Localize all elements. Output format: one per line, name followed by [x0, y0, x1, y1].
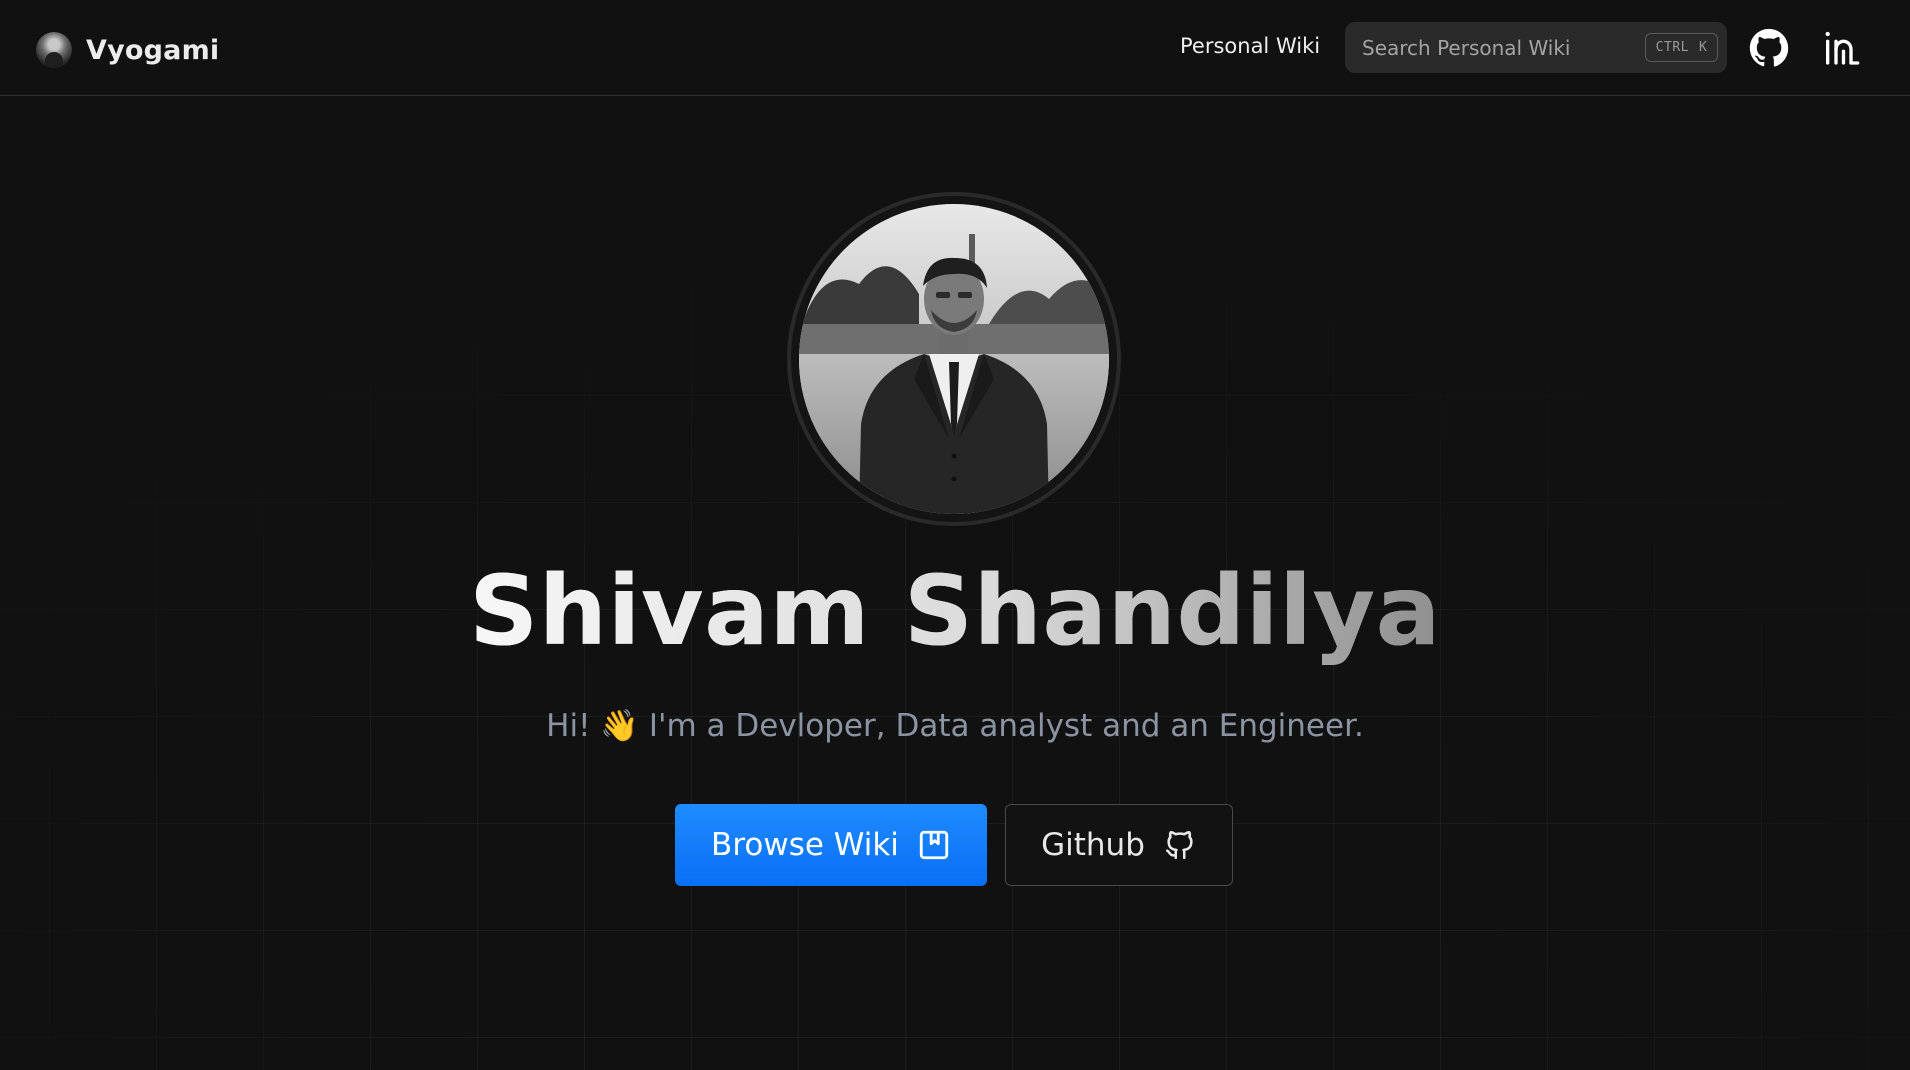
keyboard-shortcut-badge: CTRL K [1645, 33, 1718, 62]
hero-subtitle: Hi! 👋 I'm a Devloper, Data analyst and a… [546, 708, 1364, 744]
page: Vyogami Personal Wiki CTRL K [0, 0, 1910, 1070]
hero-name-text: Shivam Shandilya [469, 555, 1441, 667]
github-nav-button[interactable] [1747, 26, 1791, 70]
top-navbar: Vyogami Personal Wiki CTRL K [0, 0, 1910, 96]
nav-link-personal-wiki[interactable]: Personal Wiki [1180, 34, 1320, 58]
avatar-logo-icon [36, 32, 72, 68]
shortcut-ctrl: CTRL [1655, 40, 1689, 55]
linkedin-nav-button[interactable] [1819, 26, 1863, 70]
profile-avatar-frame [787, 192, 1121, 526]
browse-wiki-label: Browse Wiki [711, 827, 899, 863]
brand-link[interactable]: Vyogami [36, 32, 219, 68]
shortcut-key: K [1698, 40, 1708, 55]
hero-name-heading: Shivam Shandilya [0, 552, 1910, 670]
github-button[interactable]: Github [1005, 804, 1233, 886]
search-box[interactable]: CTRL K [1345, 22, 1727, 73]
browse-wiki-button[interactable]: Browse Wiki [675, 804, 987, 886]
linkedin-icon [1825, 31, 1860, 65]
profile-photo [799, 204, 1109, 514]
github-icon [1749, 28, 1789, 67]
github-button-label: Github [1041, 827, 1145, 863]
book-icon [917, 828, 951, 862]
github-outline-icon [1163, 828, 1197, 862]
brand-title: Vyogami [86, 34, 220, 66]
